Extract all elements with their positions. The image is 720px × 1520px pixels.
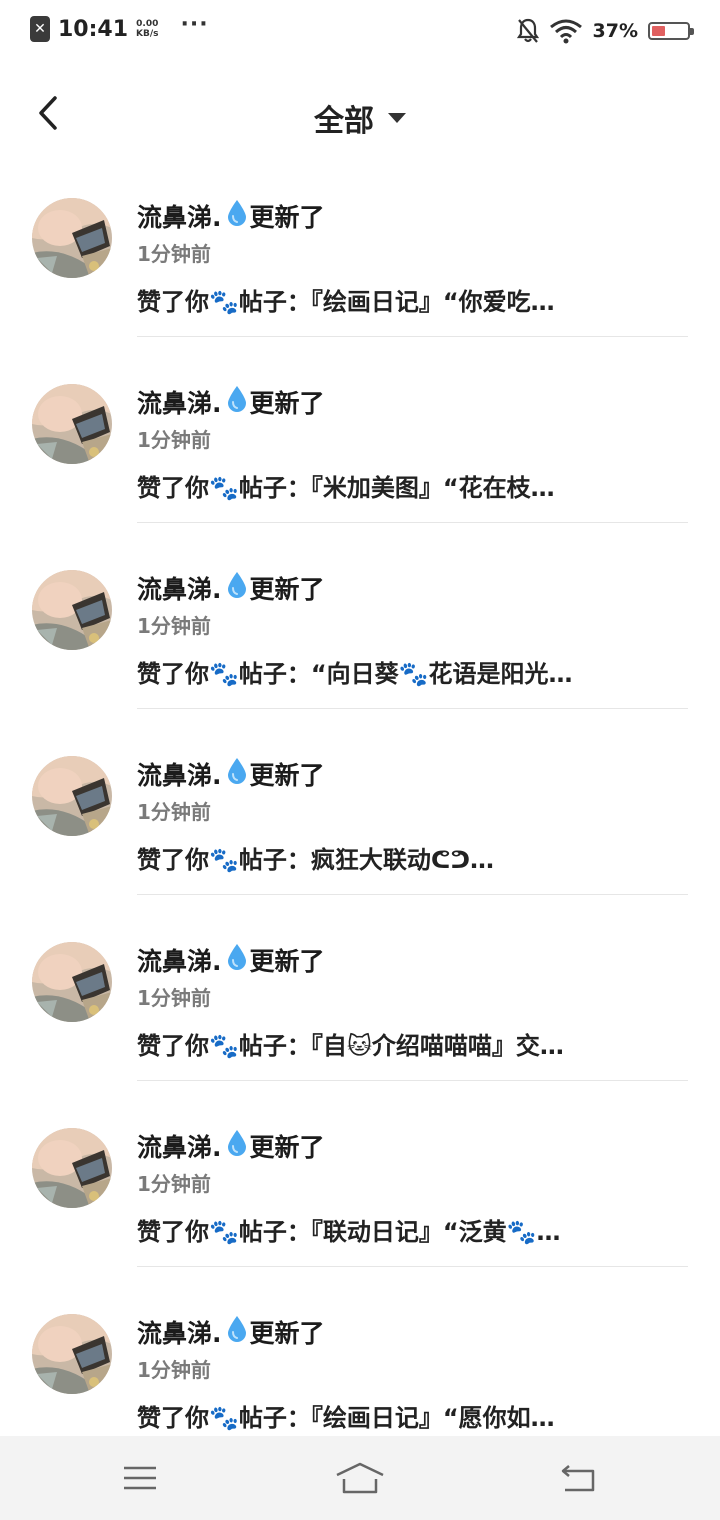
- action-text: 更新了: [249, 1319, 325, 1348]
- timestamp: 1分钟前: [137, 1358, 211, 1382]
- caret-down-icon: [388, 113, 406, 123]
- bell-off-icon: [516, 18, 539, 43]
- notification-headline: 流鼻涕. 更新了: [137, 384, 325, 420]
- user-name[interactable]: 流鼻涕.: [137, 384, 222, 420]
- water-drop-icon: [226, 199, 248, 233]
- status-right: 37%: [516, 18, 694, 44]
- action-text: 更新了: [249, 947, 325, 976]
- notification-item[interactable]: 流鼻涕. 更新了 1分钟前 赞了你🐾帖子：“向日葵🐾花语是阳光…: [0, 554, 720, 740]
- timestamp: 1分钟前: [137, 614, 211, 638]
- filter-dropdown[interactable]: 全部: [314, 96, 406, 140]
- action-text: 更新了: [249, 1133, 325, 1162]
- notification-headline: 流鼻涕. 更新了: [137, 1314, 325, 1350]
- user-name[interactable]: 流鼻涕.: [137, 1128, 222, 1164]
- avatar[interactable]: [32, 198, 112, 278]
- avatar[interactable]: [32, 384, 112, 464]
- user-name[interactable]: 流鼻涕.: [137, 570, 222, 606]
- nav-menu-button[interactable]: [110, 1456, 170, 1500]
- water-drop-icon: [226, 385, 248, 419]
- timestamp: 1分钟前: [137, 428, 211, 452]
- timestamp: 1分钟前: [137, 800, 211, 824]
- notification-text: 赞了你🐾帖子：『联动日记』“泛黄🐾…: [137, 1218, 561, 1246]
- notification-headline: 流鼻涕. 更新了: [137, 1128, 325, 1164]
- notification-close-icon: ✕: [30, 16, 50, 42]
- notification-text: 赞了你🐾帖子：『绘画日记』“愿你如…: [137, 1404, 555, 1432]
- battery-icon: [648, 22, 694, 40]
- water-drop-icon: [226, 943, 248, 977]
- action-text: 更新了: [249, 389, 325, 418]
- water-drop-icon: [226, 571, 248, 605]
- notification-text: 赞了你🐾帖子：『米加美图』“花在枝…: [137, 474, 555, 502]
- menu-icon: [124, 1466, 156, 1490]
- divider: [137, 336, 688, 337]
- notification-list: 流鼻涕. 更新了 1分钟前 赞了你🐾帖子：『绘画日记』“你爱吃… 流鼻涕. 更新…: [0, 182, 720, 1484]
- timestamp: 1分钟前: [137, 986, 211, 1010]
- notification-text: 赞了你🐾帖子：“向日葵🐾花语是阳光…: [137, 660, 573, 688]
- user-name[interactable]: 流鼻涕.: [137, 942, 222, 978]
- nav-back-button[interactable]: [549, 1456, 609, 1500]
- notification-headline: 流鼻涕. 更新了: [137, 756, 325, 792]
- network-speed: 0.00 KB/s: [136, 19, 158, 39]
- divider: [137, 708, 688, 709]
- more-notifications-icon: ···: [180, 11, 209, 37]
- notification-text: 赞了你🐾帖子：『绘画日记』“你爱吃…: [137, 288, 555, 316]
- status-left: ✕ 10:41 0.00 KB/s ···: [30, 12, 209, 42]
- avatar[interactable]: [32, 570, 112, 650]
- status-time: 10:41: [58, 16, 129, 42]
- avatar[interactable]: [32, 1128, 112, 1208]
- network-speed-value: 0.00: [136, 19, 159, 29]
- notification-item[interactable]: 流鼻涕. 更新了 1分钟前 赞了你🐾帖子：『自🐱介绍喵喵喵』交…: [0, 926, 720, 1112]
- avatar[interactable]: [32, 1314, 112, 1394]
- notification-text: 赞了你🐾帖子：『自🐱介绍喵喵喵』交…: [137, 1032, 564, 1060]
- user-name[interactable]: 流鼻涕.: [137, 198, 222, 234]
- title-wrap: 全部: [0, 96, 720, 140]
- avatar[interactable]: [32, 942, 112, 1022]
- action-text: 更新了: [249, 761, 325, 790]
- water-drop-icon: [226, 1129, 248, 1163]
- notification-item[interactable]: 流鼻涕. 更新了 1分钟前 赞了你🐾帖子：疯狂大联动ᕦᕤ…: [0, 740, 720, 926]
- return-icon: [561, 1465, 595, 1492]
- divider: [137, 1080, 688, 1081]
- divider: [137, 1266, 688, 1267]
- action-text: 更新了: [249, 203, 325, 232]
- notification-item[interactable]: 流鼻涕. 更新了 1分钟前 赞了你🐾帖子：『联动日记』“泛黄🐾…: [0, 1112, 720, 1298]
- notification-item[interactable]: 流鼻涕. 更新了 1分钟前 赞了你🐾帖子：『米加美图』“花在枝…: [0, 368, 720, 554]
- avatar[interactable]: [32, 756, 112, 836]
- notification-headline: 流鼻涕. 更新了: [137, 570, 325, 606]
- page-title: 全部: [314, 104, 374, 139]
- status-bar: ✕ 10:41 0.00 KB/s ··· 37%: [0, 0, 720, 64]
- notification-text: 赞了你🐾帖子：疯狂大联动ᕦᕤ…: [137, 846, 495, 874]
- water-drop-icon: [226, 757, 248, 791]
- notification-headline: 流鼻涕. 更新了: [137, 198, 325, 234]
- user-name[interactable]: 流鼻涕.: [137, 756, 222, 792]
- wifi-icon: [549, 19, 582, 44]
- timestamp: 1分钟前: [137, 242, 211, 266]
- battery-cap: [690, 28, 694, 35]
- action-text: 更新了: [249, 575, 325, 604]
- system-nav-bar: [0, 1436, 720, 1520]
- timestamp: 1分钟前: [137, 1172, 211, 1196]
- divider: [137, 522, 688, 523]
- notification-headline: 流鼻涕. 更新了: [137, 942, 325, 978]
- divider: [137, 894, 688, 895]
- water-drop-icon: [226, 1315, 248, 1349]
- page-header: 全部: [0, 70, 720, 160]
- battery-percent: 37%: [592, 20, 638, 42]
- network-speed-unit: KB/s: [136, 29, 159, 39]
- notification-item[interactable]: 流鼻涕. 更新了 1分钟前 赞了你🐾帖子：『绘画日记』“你爱吃…: [0, 182, 720, 368]
- battery-level: [652, 26, 665, 36]
- home-icon: [336, 1462, 384, 1494]
- nav-home-button[interactable]: [330, 1456, 390, 1500]
- user-name[interactable]: 流鼻涕.: [137, 1314, 222, 1350]
